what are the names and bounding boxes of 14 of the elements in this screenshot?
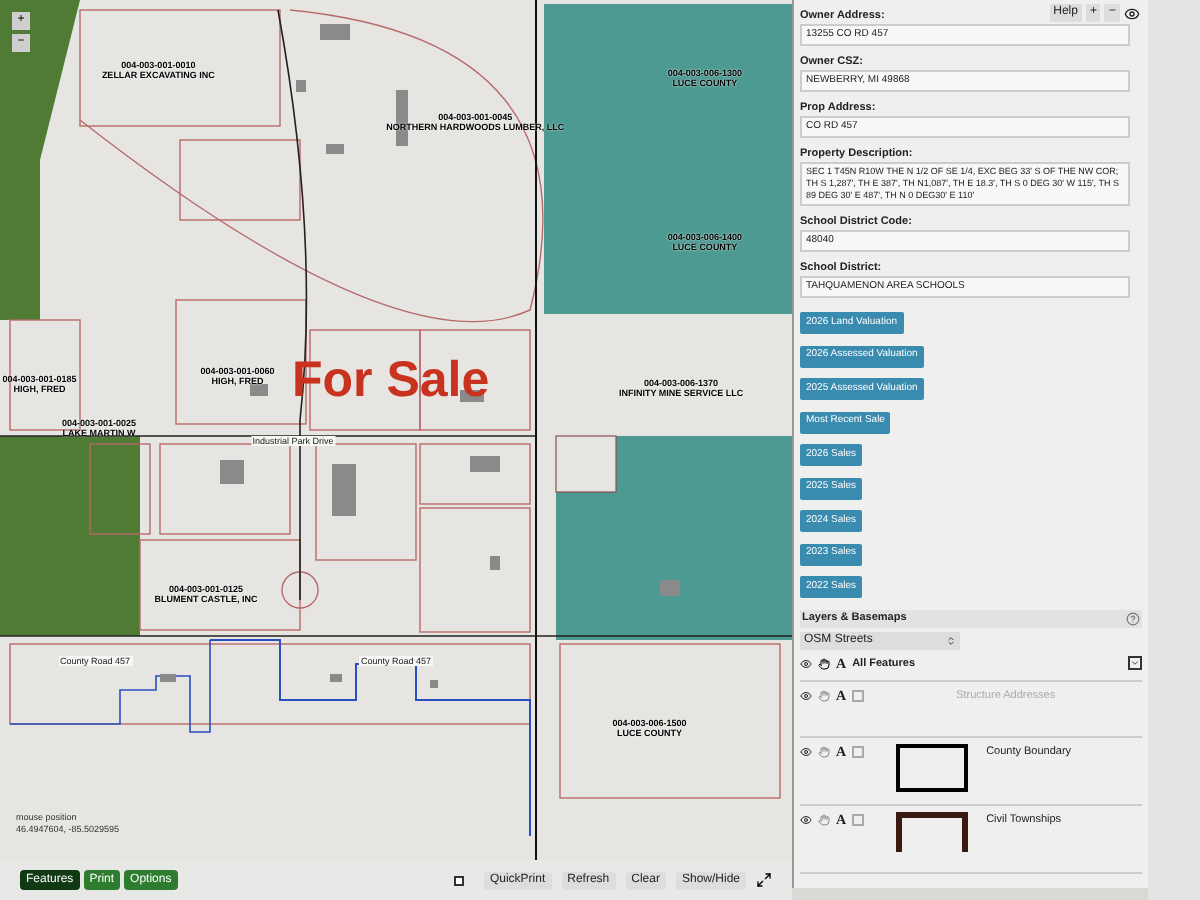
expand-icon[interactable]	[756, 872, 772, 888]
parcel-map-drawing[interactable]	[0, 0, 792, 860]
help-icon[interactable]	[1126, 612, 1140, 626]
dropdown-arrows-icon	[946, 636, 956, 646]
boundary-swatch	[896, 744, 969, 792]
collapse-icon[interactable]	[1128, 656, 1142, 670]
checkbox[interactable]	[453, 875, 464, 885]
eye-icon[interactable]	[800, 814, 812, 826]
township-swatch	[896, 812, 969, 852]
eye-icon[interactable]	[1124, 5, 1140, 21]
eye-icon[interactable]	[800, 746, 812, 758]
eye-icon[interactable]	[800, 658, 812, 670]
hand-icon[interactable]	[818, 658, 830, 670]
eye-icon[interactable]	[800, 690, 812, 702]
